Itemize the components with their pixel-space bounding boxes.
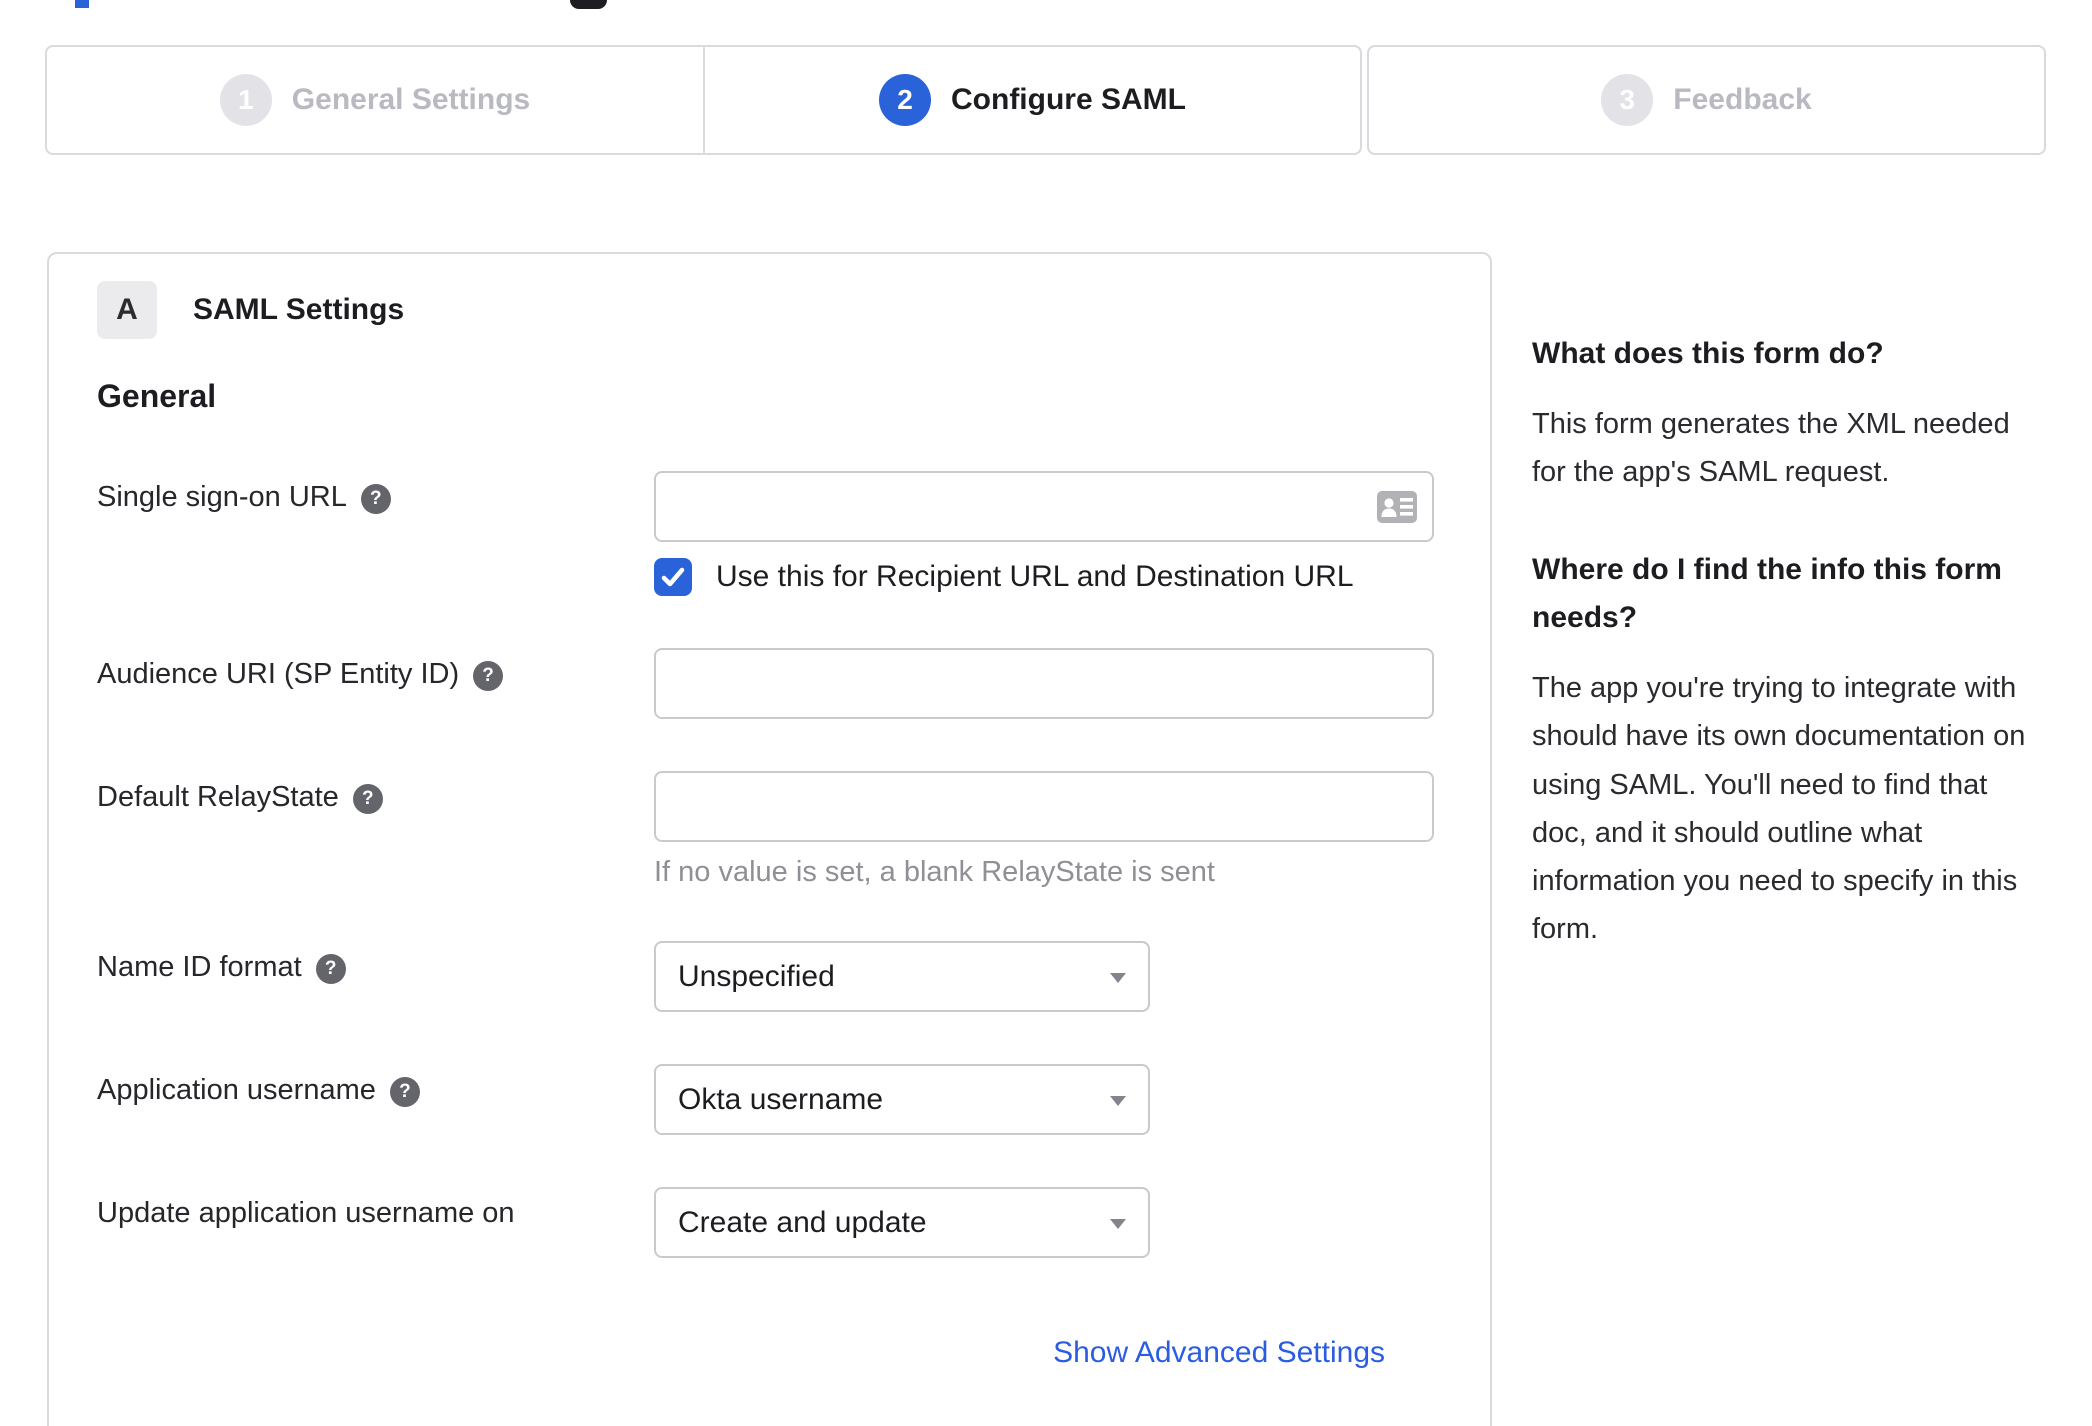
recipient-url-checkbox[interactable] (654, 558, 692, 596)
step-label: Configure SAML (951, 83, 1186, 116)
name-id-format-select[interactable]: Unspecified (654, 941, 1150, 1012)
help-icon[interactable]: ? (315, 954, 346, 984)
step-label: Feedback (1673, 83, 1812, 116)
single-sign-on-url-input[interactable] (654, 471, 1434, 542)
tab-feedback[interactable]: 3 Feedback (1369, 47, 2044, 153)
select-value: Unspecified (678, 959, 835, 993)
help-icon[interactable]: ? (389, 1077, 420, 1107)
application-username-select[interactable]: Okta username (654, 1064, 1150, 1135)
panel-title: SAML Settings (193, 293, 405, 326)
help-paragraph: This form generates the XML needed for t… (1532, 408, 2010, 489)
field-row-application-username: Application username? Okta username (97, 1064, 1442, 1135)
help-icon[interactable]: ? (360, 484, 391, 514)
default-relaystate-input[interactable] (654, 771, 1434, 842)
field-label: Single sign-on URL (97, 481, 347, 513)
tab-configure-saml[interactable]: 2 Configure SAML (705, 47, 1360, 153)
field-label: Audience URI (SP Entity ID) (97, 658, 460, 690)
stepper-box-feedback: 3 Feedback (1367, 45, 2046, 155)
step-number-badge: 3 (1601, 74, 1654, 126)
configure-saml-page: 1 General Settings 2 Configure SAML 3 Fe… (0, 0, 2092, 1426)
help-icon[interactable]: ? (473, 661, 504, 691)
field-label: Name ID format (97, 951, 302, 983)
cropped-page-title-fragment (75, 0, 89, 8)
field-label: Application username (97, 1074, 376, 1106)
help-heading: Where do I find the info this form needs… (1532, 553, 2002, 635)
step-number-badge: 2 (879, 74, 931, 126)
field-row-update-application-username: Update application username on Create an… (97, 1187, 1442, 1258)
cropped-header-icon-fragment (570, 0, 607, 9)
help-paragraph: The app you're trying to integrate with … (1532, 672, 2026, 945)
step-label: General Settings (291, 83, 531, 116)
show-advanced-settings-link[interactable]: Show Advanced Settings (1053, 1336, 1385, 1369)
wizard-stepper: 1 General Settings 2 Configure SAML 3 Fe… (45, 45, 2046, 155)
field-row-single-sign-on-url: Single sign-on URL? Use this for Recipie… (97, 471, 1442, 596)
field-label: Update application username on (97, 1197, 515, 1229)
update-application-username-select[interactable]: Create and update (654, 1187, 1150, 1258)
select-value: Create and update (678, 1205, 927, 1239)
field-row-audience-uri: Audience URI (SP Entity ID)? (97, 648, 1442, 719)
dropdown-caret-icon (1110, 1095, 1126, 1106)
address-card-icon[interactable] (1376, 490, 1418, 524)
section-a-badge: A (97, 281, 157, 339)
relaystate-helper-text: If no value is set, a blank RelayState i… (654, 856, 1215, 888)
help-heading: What does this form do? (1532, 337, 1884, 370)
audience-uri-input[interactable] (654, 648, 1434, 719)
checkbox-label[interactable]: Use this for Recipient URL and Destinati… (716, 560, 1354, 594)
help-sidebar: What does this form do? This form genera… (1532, 252, 2050, 953)
dropdown-caret-icon (1110, 972, 1126, 983)
general-section-title: General (97, 378, 217, 414)
dropdown-caret-icon (1110, 1218, 1126, 1229)
tab-general-settings[interactable]: 1 General Settings (47, 47, 705, 153)
saml-settings-panel: A SAML Settings General Single sign-on U… (47, 252, 1492, 1426)
field-row-name-id-format: Name ID format? Unspecified (97, 941, 1442, 1012)
field-row-default-relaystate: Default RelayState? If no value is set, … (97, 771, 1442, 889)
select-value: Okta username (678, 1082, 884, 1116)
step-number-badge: 1 (219, 74, 272, 126)
help-icon[interactable]: ? (352, 784, 383, 814)
stepper-box-main: 1 General Settings 2 Configure SAML (45, 45, 1362, 155)
field-label: Default RelayState (97, 781, 339, 813)
